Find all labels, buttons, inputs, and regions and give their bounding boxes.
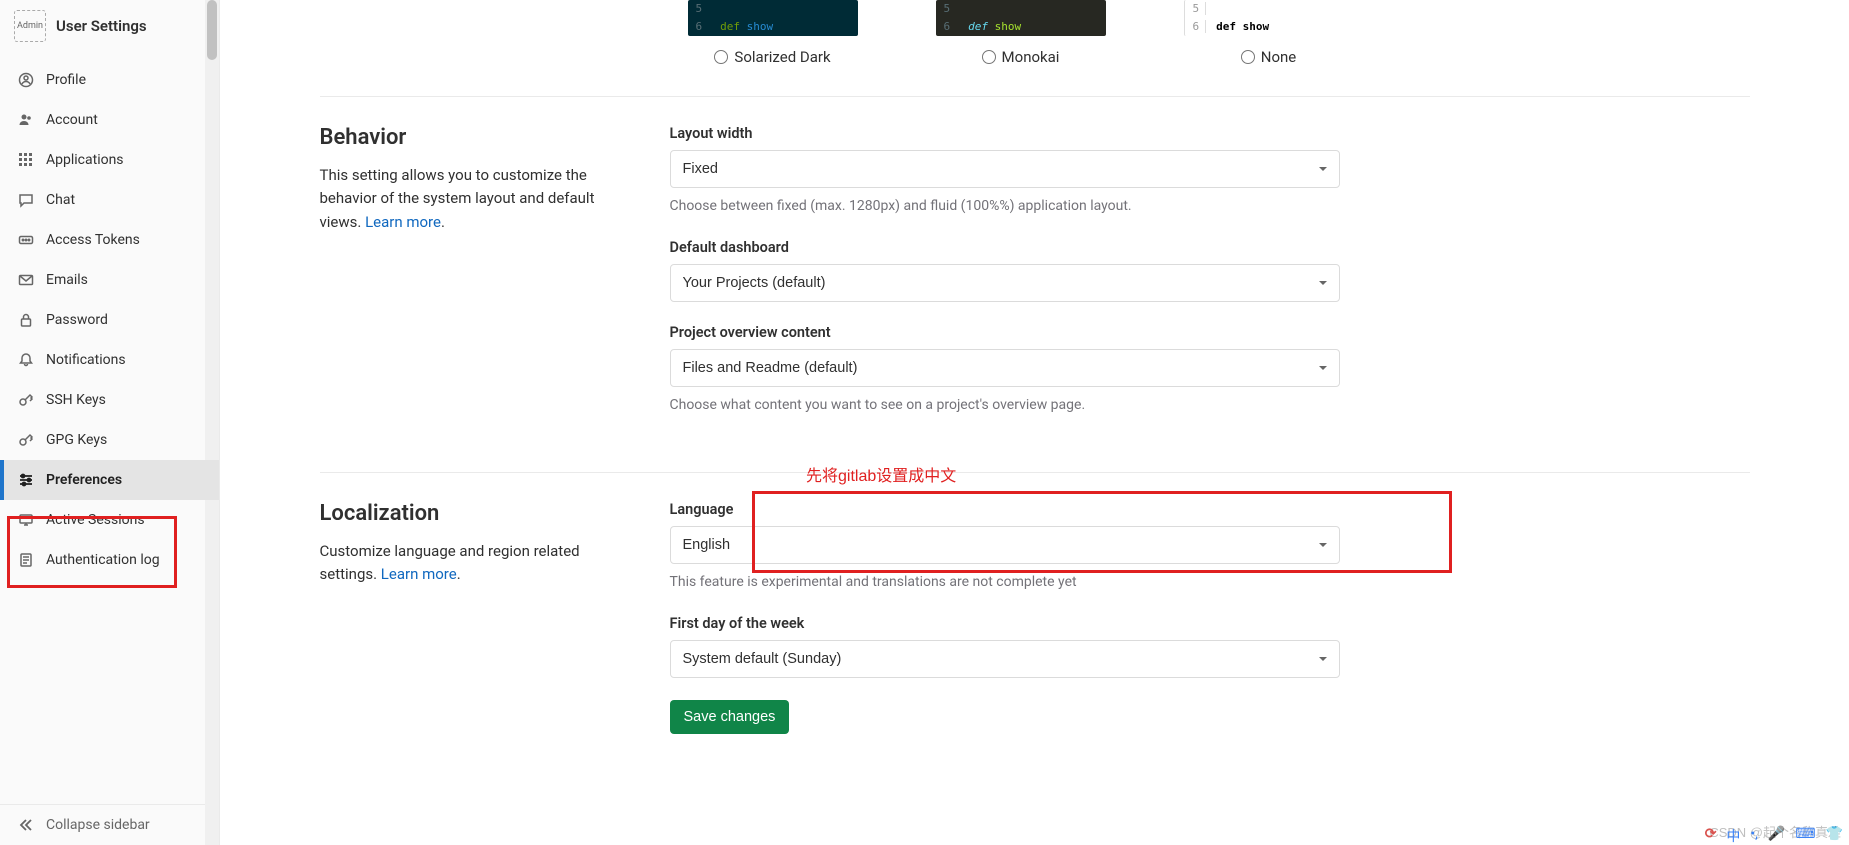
language-label: Language	[670, 501, 1340, 518]
sidebar-item-label: SSH Keys	[46, 392, 106, 408]
avatar: Admin	[14, 10, 46, 42]
theme-label: Solarized Dark	[734, 48, 830, 66]
sidebar-item-access-tokens[interactable]: Access Tokens	[0, 220, 219, 260]
layout-width-label: Layout width	[670, 125, 1340, 142]
lock-icon	[18, 312, 34, 328]
default-dashboard-label: Default dashboard	[670, 239, 1340, 256]
localization-section: Localization Customize language and regi…	[320, 472, 1750, 768]
radio-input[interactable]	[1241, 50, 1255, 64]
sidebar-item-preferences[interactable]: Preferences	[0, 460, 219, 500]
log-icon	[18, 552, 34, 568]
save-changes-button[interactable]: Save changes	[670, 700, 790, 734]
users-icon	[18, 112, 34, 128]
theme-option-monokai: 5 6def show Monokai	[918, 0, 1124, 66]
project-overview-help: Choose what content you want to see on a…	[670, 395, 1340, 416]
monitor-icon	[18, 512, 34, 528]
main-content: 5 6def show Solarized Dark 5 6def show	[220, 0, 1849, 845]
theme-radio-solarized[interactable]: Solarized Dark	[714, 48, 830, 66]
learn-more-link[interactable]: Learn more	[365, 213, 441, 231]
code-preview-none: 5 6def show	[1184, 0, 1354, 36]
envelope-icon	[18, 272, 34, 288]
grid-icon	[18, 152, 34, 168]
bell-icon	[18, 352, 34, 368]
page-title: User Settings	[56, 17, 147, 35]
language-help: This feature is experimental and transla…	[670, 572, 1340, 593]
tray-icon: 👕	[1826, 826, 1843, 845]
project-overview-select[interactable]: Files and Readme (default)	[670, 349, 1340, 387]
sidebar: Admin User Settings Profile Account Appl…	[0, 0, 220, 845]
sidebar-item-label: Profile	[46, 72, 86, 88]
theme-option-solarized-dark: 5 6def show Solarized Dark	[670, 0, 876, 66]
sidebar-item-label: Access Tokens	[46, 232, 140, 248]
tray-icon: ⌨	[1795, 826, 1815, 845]
section-heading: Behavior	[320, 125, 640, 150]
collapse-label: Collapse sidebar	[46, 817, 150, 833]
layout-width-select[interactable]: Fixed	[670, 150, 1340, 188]
first-day-label: First day of the week	[670, 615, 1340, 632]
tray-icon: 🎤	[1768, 826, 1785, 845]
sidebar-item-auth-log[interactable]: Authentication log	[0, 540, 219, 580]
annotation-text: 先将gitlab设置成中文	[806, 462, 956, 486]
section-description: Customize language and region related se…	[320, 540, 640, 587]
default-dashboard-select[interactable]: Your Projects (default)	[670, 264, 1340, 302]
sidebar-item-label: Emails	[46, 272, 88, 288]
section-description: This setting allows you to customize the…	[320, 164, 640, 234]
code-preview-solarized: 5 6def show	[688, 0, 858, 36]
sidebar-item-emails[interactable]: Emails	[0, 260, 219, 300]
sidebar-item-label: Password	[46, 312, 108, 328]
user-circle-icon	[18, 72, 34, 88]
sidebar-item-profile[interactable]: Profile	[0, 60, 219, 100]
collapse-sidebar-button[interactable]: Collapse sidebar	[0, 804, 219, 845]
theme-label: None	[1261, 48, 1297, 66]
key-icon	[18, 432, 34, 448]
theme-label: Monokai	[1002, 48, 1060, 66]
sidebar-item-label: Preferences	[46, 472, 122, 488]
theme-radio-monokai[interactable]: Monokai	[982, 48, 1060, 66]
theme-option-none: 5 6def show None	[1166, 0, 1372, 66]
language-select[interactable]: English	[670, 526, 1340, 564]
preferences-icon	[18, 472, 34, 488]
sidebar-item-chat[interactable]: Chat	[0, 180, 219, 220]
chevron-double-left-icon	[18, 817, 34, 833]
sidebar-item-label: Active Sessions	[46, 512, 145, 528]
key-icon	[18, 392, 34, 408]
radio-input[interactable]	[982, 50, 996, 64]
tray-icon: ⟳	[1705, 826, 1717, 845]
sidebar-item-notifications[interactable]: Notifications	[0, 340, 219, 380]
sidebar-nav: Profile Account Applications Chat Access…	[0, 60, 219, 580]
sidebar-item-ssh-keys[interactable]: SSH Keys	[0, 380, 219, 420]
sidebar-item-applications[interactable]: Applications	[0, 140, 219, 180]
tray-icon: 中	[1726, 826, 1740, 845]
sidebar-item-label: GPG Keys	[46, 432, 107, 448]
sidebar-item-label: Applications	[46, 152, 124, 168]
comment-icon	[18, 192, 34, 208]
scrollbar-thumb[interactable]	[207, 0, 217, 60]
project-overview-label: Project overview content	[670, 324, 1340, 341]
sidebar-item-account[interactable]: Account	[0, 100, 219, 140]
learn-more-link[interactable]: Learn more	[381, 565, 457, 583]
sidebar-header: Admin User Settings	[0, 0, 219, 52]
tray-icon: •,	[1750, 826, 1757, 845]
radio-input[interactable]	[714, 50, 728, 64]
sidebar-item-label: Chat	[46, 192, 75, 208]
section-heading: Localization	[320, 501, 640, 526]
sidebar-item-label: Authentication log	[46, 552, 160, 568]
syntax-theme-options: 5 6def show Solarized Dark 5 6def show	[320, 0, 1750, 66]
sidebar-item-label: Notifications	[46, 352, 126, 368]
sidebar-item-gpg-keys[interactable]: GPG Keys	[0, 420, 219, 460]
sidebar-item-active-sessions[interactable]: Active Sessions	[0, 500, 219, 540]
sidebar-item-password[interactable]: Password	[0, 300, 219, 340]
theme-radio-none[interactable]: None	[1241, 48, 1297, 66]
behavior-section: Behavior This setting allows you to cust…	[320, 96, 1750, 472]
code-preview-monokai: 5 6def show	[936, 0, 1106, 36]
system-tray: ⟳ 中 •, 🎤 ⌨ 👕	[1705, 826, 1843, 845]
sidebar-item-label: Account	[46, 112, 98, 128]
layout-width-help: Choose between fixed (max. 1280px) and f…	[670, 196, 1340, 217]
first-day-select[interactable]: System default (Sunday)	[670, 640, 1340, 678]
token-icon	[18, 232, 34, 248]
